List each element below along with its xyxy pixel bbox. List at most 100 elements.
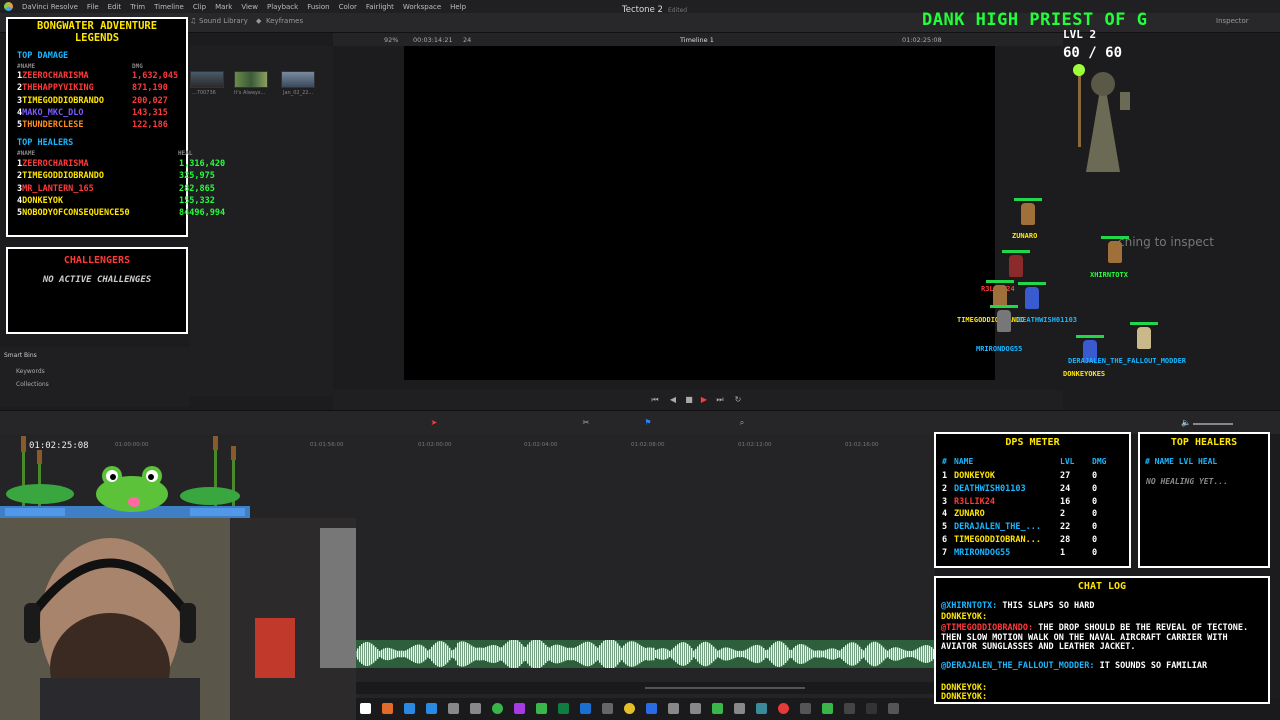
- app-icon[interactable]: [822, 703, 833, 714]
- chat-user: DONKEYOK:: [941, 692, 988, 702]
- menu-fairlight[interactable]: Fairlight: [366, 3, 394, 11]
- volume-slider[interactable]: [1193, 423, 1233, 425]
- menu-clip[interactable]: Clip: [193, 3, 206, 11]
- boss-level: LVL 2: [1063, 28, 1097, 41]
- audio-clip[interactable]: [355, 640, 935, 668]
- unit-sprite-icon[interactable]: [1137, 327, 1151, 349]
- volume-icon[interactable]: 🔈: [1181, 419, 1191, 427]
- top-healers-label: TOP HEALERS: [17, 138, 74, 148]
- app-icon[interactable]: [536, 703, 547, 714]
- keyframes-tab[interactable]: Keyframes: [266, 17, 303, 25]
- menu-fusion[interactable]: Fusion: [307, 3, 329, 11]
- menu-app[interactable]: DaVinci Resolve: [22, 3, 78, 11]
- bins-panel: Smart Bins Keywords Collections: [0, 347, 190, 407]
- flag-icon[interactable]: ⚑: [644, 419, 652, 427]
- dps-player-name: DONKEYOK: [954, 471, 995, 481]
- bin-collections[interactable]: Collections: [16, 381, 49, 388]
- video-viewer[interactable]: [404, 46, 995, 380]
- healer-row: 4DONKEYOK: [17, 196, 63, 206]
- scrollbar[interactable]: [645, 687, 805, 689]
- loop-icon[interactable]: ↻: [734, 396, 742, 404]
- inspect-hint: ching to inspect: [1118, 235, 1214, 249]
- chrome-icon[interactable]: [624, 703, 635, 714]
- app-icon[interactable]: [888, 703, 899, 714]
- menu-view[interactable]: View: [241, 3, 258, 11]
- app-icon[interactable]: [734, 703, 745, 714]
- start-icon[interactable]: [360, 703, 371, 714]
- inspector-tab[interactable]: Inspector: [1216, 17, 1249, 25]
- timeline-name[interactable]: Timeline 1: [680, 36, 714, 44]
- menu-color[interactable]: Color: [339, 3, 357, 11]
- dps-rank: 6: [942, 535, 948, 545]
- app-icon[interactable]: [382, 703, 393, 714]
- keyframes-icon[interactable]: ◆: [256, 17, 261, 25]
- clip-label: It's Always...: [234, 90, 266, 96]
- player-name: TIMEGODDIOBRANDO: [22, 171, 105, 182]
- app-icon[interactable]: [690, 703, 701, 714]
- sound-library-icon[interactable]: ♫: [190, 17, 196, 25]
- dps-rank: 2: [942, 483, 948, 494]
- bin-keywords[interactable]: Keywords: [16, 368, 45, 375]
- app-icon[interactable]: [712, 703, 723, 714]
- menu-file[interactable]: File: [87, 3, 99, 11]
- viewer-header: 92% 00:03:14:21 24 Timeline 1 01:02:25:0…: [333, 33, 1063, 46]
- clip-thumbnail[interactable]: [190, 71, 224, 88]
- menu-edit[interactable]: Edit: [108, 3, 122, 11]
- zoom-level[interactable]: 92%: [384, 36, 398, 44]
- menu-playback[interactable]: Playback: [267, 3, 298, 11]
- clip-thumbnail[interactable]: [234, 71, 268, 88]
- dps-damage: 0: [1092, 483, 1098, 494]
- play-icon[interactable]: ▶: [700, 396, 708, 404]
- play-reverse-icon[interactable]: ◀: [669, 396, 677, 404]
- sound-library-tab[interactable]: Sound Library: [199, 17, 248, 25]
- unit-sprite-icon[interactable]: [1021, 203, 1035, 225]
- menu-timeline[interactable]: Timeline: [154, 3, 184, 11]
- unit-hp-bar: [1076, 335, 1104, 338]
- damage-value: 871,190: [132, 83, 168, 94]
- app-icon[interactable]: [844, 703, 855, 714]
- damage-value: 200,027: [132, 95, 168, 106]
- app-icon[interactable]: [800, 703, 811, 714]
- unit-sprite-icon[interactable]: [993, 285, 1007, 307]
- unit-sprite-icon[interactable]: [1025, 287, 1039, 309]
- menu-trim[interactable]: Trim: [130, 3, 145, 11]
- dps-player-name: DERAJALEN_THE_...: [954, 522, 1041, 533]
- stop-icon[interactable]: ■: [685, 396, 693, 404]
- menu-workspace[interactable]: Workspace: [403, 3, 441, 11]
- unit-sprite-icon[interactable]: [1009, 255, 1023, 277]
- app-icon[interactable]: [646, 703, 657, 714]
- excel-icon[interactable]: [558, 703, 569, 714]
- app-icon[interactable]: [580, 703, 591, 714]
- app-icon[interactable]: [448, 703, 459, 714]
- player-name: ZEEROCHARISMA: [22, 159, 89, 169]
- app-icon[interactable]: [668, 703, 679, 714]
- skip-start-icon[interactable]: ⏮: [651, 396, 659, 404]
- app-icon[interactable]: [778, 703, 789, 714]
- edge-icon[interactable]: [404, 703, 415, 714]
- unit-name: DONKEYOKES: [1063, 370, 1106, 378]
- app-icon[interactable]: [514, 703, 525, 714]
- app-icon[interactable]: [756, 703, 767, 714]
- app-icon[interactable]: [602, 703, 613, 714]
- dps-player-name: MRIRONDOG55: [954, 547, 1011, 558]
- skip-end-icon[interactable]: ⏭: [716, 396, 724, 404]
- unit-sprite-icon[interactable]: [1108, 241, 1122, 263]
- blade-tool-icon[interactable]: ✂: [582, 419, 590, 427]
- clip-thumbnail[interactable]: [281, 71, 315, 88]
- select-tool-icon[interactable]: ➤: [430, 419, 438, 427]
- dps-player-name: TIMEGODDIOBRAN...: [954, 535, 1041, 545]
- unit-name: DEATHWISH01103: [1018, 316, 1078, 324]
- app-icon[interactable]: [470, 703, 481, 714]
- menu-mark[interactable]: Mark: [215, 3, 232, 11]
- spotify-icon[interactable]: [492, 703, 503, 714]
- unit-sprite-icon[interactable]: [997, 310, 1011, 332]
- zoom-icon[interactable]: ⌕: [738, 419, 746, 427]
- chat-log-panel: CHAT LOG @XHIRNTOTX: THIS SLAPS SO HARD D…: [934, 576, 1270, 704]
- davinci-icon[interactable]: [866, 703, 877, 714]
- chat-user: @XHIRNTOTX:: [941, 601, 998, 611]
- healer-row: 3MR_LANTERN_165: [17, 184, 94, 194]
- app-icon[interactable]: [426, 703, 437, 714]
- chat-user: @DERAJALEN_THE_FALLOUT_MODDER:: [941, 661, 1095, 671]
- ruler-tick: 01:01:56:00: [310, 442, 344, 448]
- menu-help[interactable]: Help: [450, 3, 466, 11]
